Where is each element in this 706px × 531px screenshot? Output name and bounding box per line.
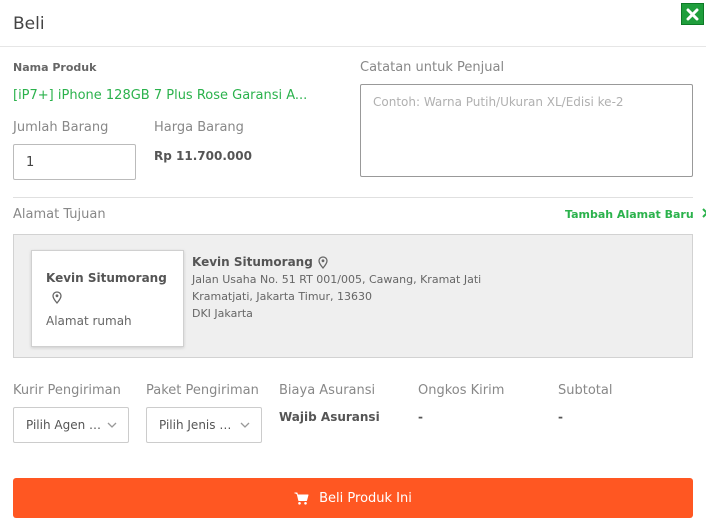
courier-label: Kurir Pengiriman [13,383,121,398]
buy-modal: Beli Nama Produk [iP7+] iPhone 128GB 7 P… [0,0,706,531]
product-name-label: Nama Produk [13,61,97,74]
notes-label: Catatan untuk Penjual [360,60,505,75]
package-select-value: Pilih Jenis Paket [159,418,237,432]
price-label: Harga Barang [154,120,244,135]
address-line-2: Kramatjati, Jakarta Timur, 13630 [192,290,373,303]
address-section-label: Alamat Tujuan [13,207,106,222]
map-pin-icon [318,255,328,269]
close-button[interactable] [681,3,704,25]
subtotal-label: Subtotal [558,383,613,398]
courier-select-value: Pilih Agen Kurir [26,418,104,432]
modal-header: Beli [0,0,706,47]
address-line-3: DKI Jakarta [192,307,253,320]
modal-title: Beli [13,14,45,34]
address-line-1: Jalan Usaha No. 51 RT 001/005, Cawang, K… [192,273,482,286]
quantity-label: Jumlah Barang [13,120,109,135]
address-card-label: Alamat rumah [46,314,132,328]
product-name-link[interactable]: [iP7+] iPhone 128GB 7 Plus Rose Garansi … [13,88,307,103]
chevron-down-icon [240,422,250,428]
add-address-link[interactable]: Tambah Alamat Baru [565,208,706,221]
package-select[interactable]: Pilih Jenis Paket [146,407,262,443]
chevron-right-icon [701,208,706,218]
shipping-cost-label: Ongkos Kirim [418,383,505,398]
address-detail: Kevin Situmorang Jalan Usaha No. 51 RT 0… [192,255,481,322]
package-label: Paket Pengiriman [146,383,259,398]
address-card-name: Kevin Situmorang [46,271,167,285]
price-value: Rp 11.700.000 [154,149,252,163]
courier-select[interactable]: Pilih Agen Kurir [13,407,129,443]
insurance-label: Biaya Asuransi [279,383,376,398]
address-panel: Kevin Situmorang Alamat rumah Kevin Situ… [13,234,693,358]
buy-button-label: Beli Produk Ini [319,490,412,506]
map-pin-icon [52,291,62,304]
address-card[interactable]: Kevin Situmorang Alamat rumah [31,250,184,347]
add-address-label: Tambah Alamat Baru [565,208,694,221]
quantity-input[interactable] [13,144,136,180]
chevron-down-icon [107,422,117,428]
cart-icon [294,492,309,505]
insurance-value: Wajib Asuransi [279,410,380,424]
address-detail-name: Kevin Situmorang [192,255,313,269]
buy-button[interactable]: Beli Produk Ini [13,478,693,518]
notes-textarea[interactable] [360,84,693,177]
close-icon [686,8,699,20]
subtotal-value: - [558,410,563,424]
section-divider [13,197,693,198]
shipping-cost-value: - [418,410,423,424]
